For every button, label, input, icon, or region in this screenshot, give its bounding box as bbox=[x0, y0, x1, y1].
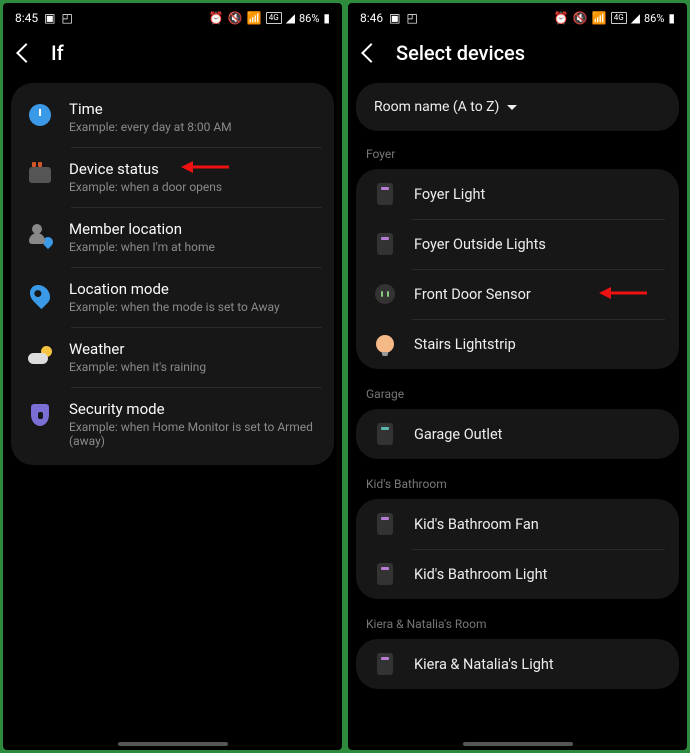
battery-percent: 86% bbox=[299, 12, 319, 25]
arrow-annotation bbox=[599, 285, 649, 301]
page-title: If bbox=[51, 41, 64, 65]
switch-icon bbox=[377, 183, 393, 205]
clock-icon bbox=[29, 104, 51, 126]
phone-left: 8:45 ▣ ◰ ⏰ 🔇 📶 4G ◢ 86% ▮ If Time Example… bbox=[3, 3, 342, 750]
signal-icon: ◢ bbox=[286, 11, 295, 25]
phone-right: 8:46 ▣ ◰ ⏰ 🔇 📶 4G ◢ 86% ▮ Select devices… bbox=[348, 3, 687, 750]
battery-icon: ▮ bbox=[668, 11, 675, 25]
status-time: 8:45 bbox=[15, 11, 38, 25]
switch-icon bbox=[377, 563, 393, 585]
device-name: Foyer Outside Lights bbox=[414, 236, 546, 253]
device-item[interactable]: Kiera & Natalia's Light bbox=[356, 639, 679, 689]
shield-icon bbox=[31, 404, 49, 426]
sensor-icon bbox=[375, 284, 395, 304]
device-item[interactable]: Kid's Bathroom Fan bbox=[356, 499, 679, 549]
back-button[interactable] bbox=[16, 43, 36, 63]
switch-icon bbox=[377, 233, 393, 255]
mute-icon: 🔇 bbox=[228, 11, 243, 25]
pip-icon: ◰ bbox=[61, 11, 72, 25]
room-label: Foyer bbox=[356, 147, 679, 169]
condition-subtitle: Example: every day at 8:00 AM bbox=[69, 120, 318, 134]
weather-icon bbox=[28, 346, 52, 364]
switch-icon bbox=[377, 513, 393, 535]
if-conditions-card: Time Example: every day at 8:00 AM Device … bbox=[11, 83, 334, 465]
status-bar: 8:46 ▣ ◰ ⏰ 🔇 📶 4G ◢ 86% ▮ bbox=[348, 3, 687, 29]
room-card: Kiera & Natalia's Light bbox=[356, 639, 679, 689]
room-label: Garage bbox=[356, 387, 679, 409]
device-name: Garage Outlet bbox=[414, 426, 502, 443]
device-name: Front Door Sensor bbox=[414, 286, 531, 303]
if-condition-shield[interactable]: Security mode Example: when Home Monitor … bbox=[11, 387, 334, 461]
switch-icon bbox=[377, 423, 393, 445]
battery-icon: ▮ bbox=[323, 11, 330, 25]
status-time: 8:46 bbox=[360, 11, 383, 25]
header: Select devices bbox=[348, 29, 687, 83]
if-condition-device-status[interactable]: Device statusExample: when a door opens bbox=[11, 147, 334, 207]
bulb-icon bbox=[376, 335, 394, 353]
room-label: Kiera & Natalia's Room bbox=[356, 617, 679, 639]
mute-icon: 🔇 bbox=[573, 11, 588, 25]
home-indicator[interactable] bbox=[463, 742, 573, 746]
back-button[interactable] bbox=[361, 43, 381, 63]
gallery-icon: ▣ bbox=[44, 11, 55, 25]
room-label: Kid's Bathroom bbox=[356, 477, 679, 499]
arrow-annotation bbox=[181, 159, 231, 175]
switch-icon bbox=[377, 653, 393, 675]
condition-subtitle: Example: when Home Monitor is set to Arm… bbox=[69, 420, 318, 448]
status-bar: 8:45 ▣ ◰ ⏰ 🔇 📶 4G ◢ 86% ▮ bbox=[3, 3, 342, 29]
room-card: Kid's Bathroom Fan Kid's Bathroom Light bbox=[356, 499, 679, 599]
header: If bbox=[3, 29, 342, 83]
device-name: Kid's Bathroom Fan bbox=[414, 516, 539, 533]
signal-icon: ◢ bbox=[631, 11, 640, 25]
condition-subtitle: Example: when it's raining bbox=[69, 360, 318, 374]
device-item[interactable]: Foyer Outside Lights bbox=[356, 219, 679, 269]
device-name: Kid's Bathroom Light bbox=[414, 566, 547, 583]
device-item[interactable]: Front Door Sensor bbox=[356, 269, 679, 319]
home-indicator[interactable] bbox=[118, 742, 228, 746]
if-condition-pin[interactable]: Location mode Example: when the mode is s… bbox=[11, 267, 334, 327]
sort-label: Room name (A to Z) bbox=[374, 99, 499, 115]
condition-title: Weather bbox=[69, 340, 318, 358]
pin-icon bbox=[26, 281, 54, 309]
device-name: Kiera & Natalia's Light bbox=[414, 656, 554, 673]
network-badge: 4G bbox=[611, 12, 627, 24]
member-icon bbox=[29, 224, 51, 246]
battery-percent: 86% bbox=[644, 12, 664, 25]
page-title: Select devices bbox=[396, 41, 525, 65]
device-item[interactable]: Foyer Light bbox=[356, 169, 679, 219]
room-card: Foyer Light Foyer Outside Lights Front Doo… bbox=[356, 169, 679, 369]
condition-subtitle: Example: when a door opens bbox=[69, 180, 318, 194]
device-name: Stairs Lightstrip bbox=[414, 336, 516, 353]
alarm-icon: ⏰ bbox=[209, 11, 224, 25]
room-card: Garage Outlet bbox=[356, 409, 679, 459]
sort-dropdown[interactable]: Room name (A to Z) bbox=[356, 83, 679, 131]
condition-title: Location mode bbox=[69, 280, 318, 298]
alarm-icon: ⏰ bbox=[554, 11, 569, 25]
wifi-icon: 📶 bbox=[247, 11, 262, 25]
wifi-icon: 📶 bbox=[592, 11, 607, 25]
pip-icon: ◰ bbox=[406, 11, 417, 25]
device-item[interactable]: Stairs Lightstrip bbox=[356, 319, 679, 369]
device-item[interactable]: Garage Outlet bbox=[356, 409, 679, 459]
condition-title: Security mode bbox=[69, 400, 318, 418]
condition-subtitle: Example: when the mode is set to Away bbox=[69, 300, 318, 314]
network-badge: 4G bbox=[266, 12, 282, 24]
device-name: Foyer Light bbox=[414, 186, 485, 203]
gallery-icon: ▣ bbox=[389, 11, 400, 25]
if-condition-weather[interactable]: Weather Example: when it's raining bbox=[11, 327, 334, 387]
condition-subtitle: Example: when I'm at home bbox=[69, 240, 318, 254]
condition-title: Time bbox=[69, 100, 318, 118]
chevron-down-icon bbox=[507, 105, 517, 110]
if-condition-member[interactable]: Member location Example: when I'm at home bbox=[11, 207, 334, 267]
device-item[interactable]: Kid's Bathroom Light bbox=[356, 549, 679, 599]
condition-title: Member location bbox=[69, 220, 318, 238]
device-status-icon bbox=[29, 167, 51, 183]
if-condition-clock[interactable]: Time Example: every day at 8:00 AM bbox=[11, 87, 334, 147]
